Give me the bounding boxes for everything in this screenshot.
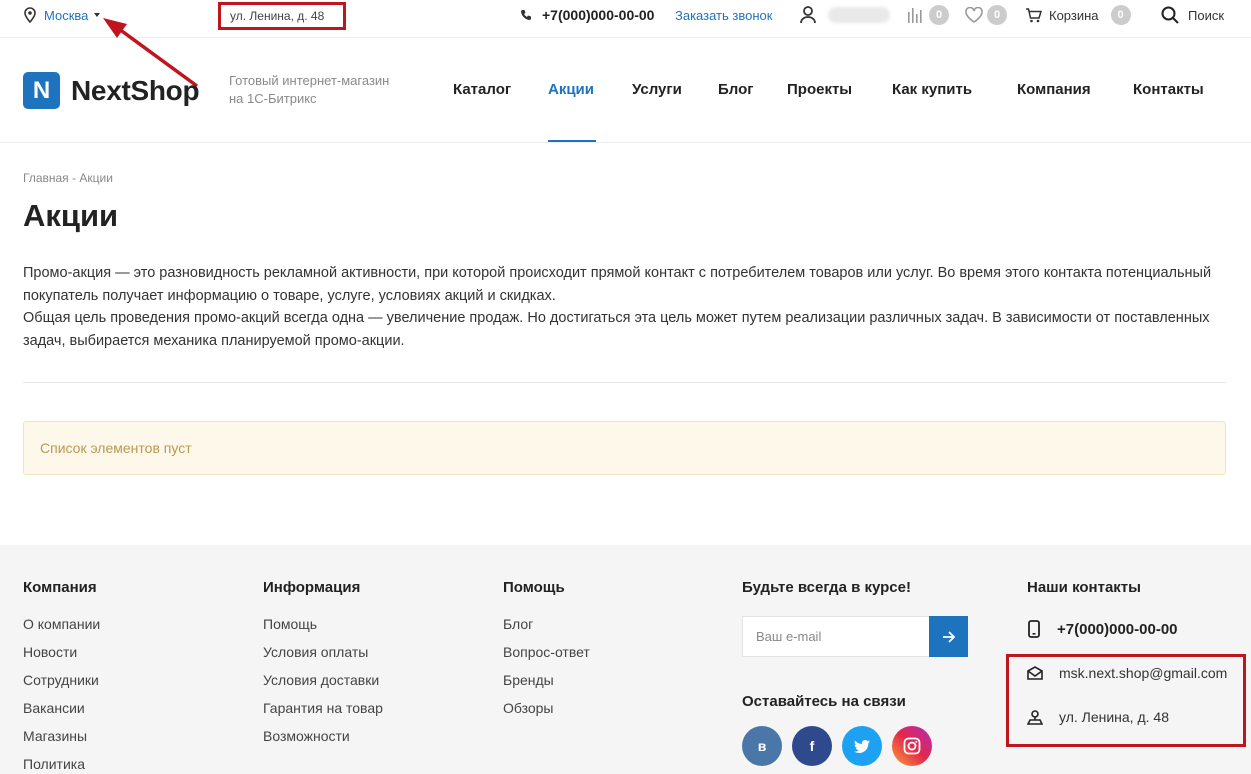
footer-link[interactable]: Бренды bbox=[503, 670, 590, 698]
facebook-icon[interactable]: f bbox=[792, 726, 832, 766]
city-name[interactable]: Москва bbox=[44, 8, 88, 23]
footer-info: Информация Помощь Условия оплаты Условия… bbox=[263, 579, 383, 754]
cart-icon bbox=[1026, 7, 1042, 22]
top-phone-number[interactable]: +7(000)000-00-00 bbox=[542, 7, 654, 23]
top-address: ул. Ленина, д. 48 bbox=[218, 2, 346, 30]
callback-link[interactable]: Заказать звонок bbox=[675, 0, 772, 30]
page-title: Акции bbox=[23, 198, 119, 233]
subscribe-button[interactable] bbox=[929, 616, 968, 657]
footer-link[interactable]: Блог bbox=[503, 614, 590, 642]
footer-link[interactable]: Вопрос-ответ bbox=[503, 642, 590, 670]
nav-contacts[interactable]: Контакты bbox=[1133, 81, 1204, 98]
instagram-icon[interactable] bbox=[892, 726, 932, 766]
nav-blog[interactable]: Блог bbox=[718, 81, 754, 98]
favorites-count: 0 bbox=[987, 5, 1007, 25]
slogan: Готовый интернет-магазин на 1С-Битрикс bbox=[229, 73, 390, 106]
compare-count: 0 bbox=[929, 5, 949, 25]
subscribe-form: Ваш e-mail bbox=[742, 616, 968, 657]
footer-link[interactable]: Сотрудники bbox=[23, 670, 100, 698]
intro-paragraph-2: Общая цель проведения промо-акций всегда… bbox=[23, 310, 1210, 349]
nav-how-to-buy[interactable]: Как купить bbox=[892, 81, 972, 98]
footer-subscribe: Будьте всегда в курсе! bbox=[742, 579, 911, 614]
footer-link[interactable]: Возможности bbox=[263, 726, 383, 754]
search-icon bbox=[1161, 6, 1179, 24]
footer-help: Помощь Блог Вопрос-ответ Бренды Обзоры bbox=[503, 579, 590, 726]
phone-icon bbox=[521, 9, 531, 20]
city-selector[interactable]: Москва bbox=[23, 0, 101, 30]
vk-icon[interactable]: в bbox=[742, 726, 782, 766]
location-pin-icon bbox=[24, 7, 36, 23]
nav-active-underline bbox=[548, 140, 596, 142]
twitter-bird-icon bbox=[854, 739, 870, 753]
nav-company[interactable]: Компания bbox=[1017, 81, 1091, 98]
logo[interactable]: N NextShop bbox=[23, 72, 200, 109]
subscribe-title: Будьте всегда в курсе! bbox=[742, 579, 911, 596]
footer-link[interactable]: Новости bbox=[23, 642, 100, 670]
logo-text: NextShop bbox=[71, 74, 200, 106]
footer-phone-number[interactable]: +7(000)000-00-00 bbox=[1057, 621, 1178, 638]
footer-link[interactable]: О компании bbox=[23, 614, 100, 642]
footer-link[interactable]: Условия доставки bbox=[263, 670, 383, 698]
instagram-glyph-icon bbox=[903, 737, 921, 755]
empty-list-notice: Список элементов пуст bbox=[23, 421, 1226, 475]
nav-catalog[interactable]: Каталог bbox=[453, 81, 511, 98]
footer-company: Компания О компании Новости Сотрудники В… bbox=[23, 579, 100, 774]
logo-mark: N bbox=[23, 72, 60, 109]
breadcrumb: Главная - Акции bbox=[23, 171, 113, 185]
intro-text: Промо-акция — это разновидность рекламно… bbox=[23, 262, 1228, 352]
footer-help-title: Помощь bbox=[503, 579, 565, 596]
heart-icon bbox=[965, 7, 983, 23]
breadcrumb-current: Акции bbox=[79, 171, 113, 185]
footer-link[interactable]: Магазины bbox=[23, 726, 100, 754]
cart-label[interactable]: Корзина bbox=[1049, 8, 1099, 23]
site-header: N NextShop Готовый интернет-магазин на 1… bbox=[0, 39, 1251, 143]
footer-info-title: Информация bbox=[263, 579, 361, 596]
user-icon bbox=[800, 6, 816, 24]
footer-company-title: Компания bbox=[23, 579, 97, 596]
top-phone[interactable]: +7(000)000-00-00 bbox=[520, 0, 654, 30]
divider bbox=[23, 382, 1226, 383]
cart-button[interactable]: Корзина 0 bbox=[1025, 0, 1131, 30]
search-button[interactable]: Поиск bbox=[1161, 0, 1224, 30]
footer-link[interactable]: Помощь bbox=[263, 614, 383, 642]
twitter-icon[interactable] bbox=[842, 726, 882, 766]
contacts-title: Наши контакты bbox=[1027, 579, 1141, 596]
footer-link[interactable]: Обзоры bbox=[503, 698, 590, 726]
highlight-box-contacts bbox=[1006, 654, 1246, 747]
nav-projects[interactable]: Проекты bbox=[787, 81, 852, 98]
breadcrumb-separator: - bbox=[72, 171, 77, 185]
user-name-blurred bbox=[828, 7, 890, 23]
footer-link[interactable]: Политика bbox=[23, 754, 100, 774]
intro-paragraph-1: Промо-акция — это разновидность рекламно… bbox=[23, 265, 1212, 304]
footer-link[interactable]: Вакансии bbox=[23, 698, 100, 726]
email-input[interactable]: Ваш e-mail bbox=[742, 616, 929, 657]
footer-link[interactable]: Условия оплаты bbox=[263, 642, 383, 670]
nav-services[interactable]: Услуги bbox=[632, 81, 682, 98]
compare-button[interactable]: 0 bbox=[907, 0, 949, 30]
arrow-right-icon bbox=[942, 630, 955, 643]
breadcrumb-home[interactable]: Главная bbox=[23, 171, 69, 185]
search-label[interactable]: Поиск bbox=[1188, 8, 1224, 23]
stay-in-touch-title: Оставайтесь на связи bbox=[742, 693, 906, 710]
footer-link[interactable]: Гарантия на товар bbox=[263, 698, 383, 726]
nav-promotions[interactable]: Акции bbox=[548, 81, 594, 98]
favorites-button[interactable]: 0 bbox=[965, 0, 1007, 30]
footer-phone[interactable]: +7(000)000-00-00 bbox=[1027, 620, 1178, 638]
compare-bars-icon bbox=[908, 8, 922, 23]
mobile-phone-icon bbox=[1028, 620, 1040, 638]
user-account[interactable] bbox=[800, 0, 890, 30]
cart-count: 0 bbox=[1110, 5, 1131, 25]
